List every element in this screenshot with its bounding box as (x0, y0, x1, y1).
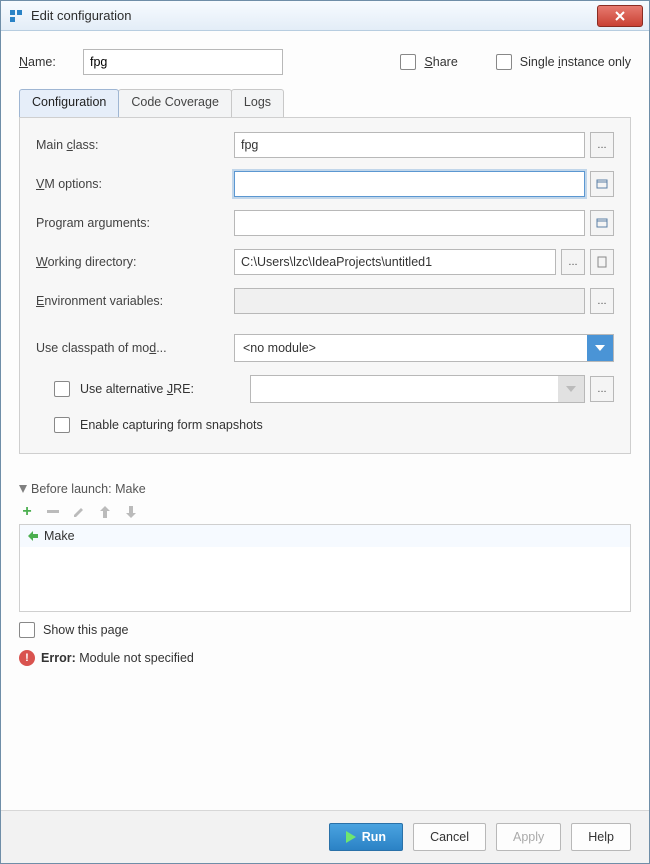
help-button[interactable]: Help (571, 823, 631, 851)
edit-button[interactable] (71, 504, 87, 520)
content-area: Name: Share Single instance only Configu… (1, 31, 649, 810)
error-icon: ! (19, 650, 35, 666)
list-item[interactable]: Make (20, 525, 630, 547)
form-snapshots-label: Enable capturing form snapshots (80, 418, 263, 432)
single-instance-checkbox[interactable] (496, 54, 512, 70)
run-button-label: Run (362, 830, 386, 844)
error-prefix: Error: (41, 651, 76, 665)
titlebar: Edit configuration (1, 1, 649, 31)
remove-button[interactable] (45, 504, 61, 520)
tab-code-coverage[interactable]: Code Coverage (118, 89, 232, 117)
apply-button[interactable]: Apply (496, 823, 561, 851)
name-label: Name: (19, 55, 71, 69)
env-vars-label: Environment variables: (36, 294, 234, 308)
app-icon (7, 7, 25, 25)
working-dir-label: Working directory: (36, 255, 234, 269)
alt-jre-dropdown[interactable] (250, 375, 585, 403)
move-up-button[interactable] (97, 504, 113, 520)
working-dir-browse-button[interactable]: ... (561, 249, 585, 275)
tab-logs[interactable]: Logs (231, 89, 284, 117)
run-button[interactable]: Run (329, 823, 403, 851)
play-icon (346, 831, 356, 843)
program-args-label: Program arguments: (36, 216, 234, 230)
collapse-icon[interactable] (19, 485, 27, 493)
alt-jre-checkbox[interactable] (54, 381, 70, 397)
name-row: Name: Share Single instance only (19, 49, 631, 75)
vm-options-expand-button[interactable] (590, 171, 614, 197)
main-class-label: Main class: (36, 138, 234, 152)
close-button[interactable] (597, 5, 643, 27)
classpath-module-dropdown[interactable]: <no module> (234, 334, 614, 362)
window-title: Edit configuration (31, 8, 597, 23)
dialog-edit-configuration: Edit configuration Name: Share Single in… (0, 0, 650, 864)
env-vars-input[interactable] (234, 288, 585, 314)
error-row: ! Error: Module not specified (19, 650, 631, 666)
tab-strip: Configuration Code Coverage Logs (19, 89, 631, 117)
vm-options-input[interactable] (234, 171, 585, 197)
show-this-page-label: Show this page (43, 623, 128, 637)
program-args-input[interactable] (234, 210, 585, 236)
add-button[interactable]: + (19, 504, 35, 520)
before-launch-toolbar: + (19, 502, 631, 524)
before-launch-title: Before launch: Make (31, 482, 146, 496)
before-launch-item-label: Make (44, 529, 75, 543)
vm-options-label: VM options: (36, 177, 234, 191)
chevron-down-icon (587, 335, 613, 361)
cancel-button[interactable]: Cancel (413, 823, 486, 851)
show-this-page-checkbox[interactable] (19, 622, 35, 638)
tab-panel-configuration: Main class: ... VM options: Program argu… (19, 117, 631, 454)
alt-jre-label: Use alternative JRE: (80, 382, 250, 396)
env-vars-edit-button[interactable]: ... (590, 288, 614, 314)
share-checkbox[interactable] (400, 54, 416, 70)
error-message: Module not specified (76, 651, 194, 665)
main-class-browse-button[interactable]: ... (590, 132, 614, 158)
before-launch-list[interactable]: Make (19, 524, 631, 612)
name-input[interactable] (83, 49, 283, 75)
classpath-label: Use classpath of mod... (36, 341, 234, 355)
program-args-expand-button[interactable] (590, 210, 614, 236)
main-class-input[interactable] (234, 132, 585, 158)
move-down-button[interactable] (123, 504, 139, 520)
before-launch-section: Before launch: Make + (19, 482, 631, 666)
classpath-module-value: <no module> (243, 341, 316, 355)
working-dir-input[interactable] (234, 249, 556, 275)
working-dir-macros-button[interactable] (590, 249, 614, 275)
single-instance-label: Single instance only (520, 55, 631, 69)
chevron-down-icon (558, 376, 584, 402)
make-icon (26, 529, 40, 543)
button-bar: Run Cancel Apply Help (1, 810, 649, 863)
share-label: Share (424, 55, 457, 69)
alt-jre-browse-button[interactable]: ... (590, 376, 614, 402)
tab-configuration[interactable]: Configuration (19, 89, 119, 117)
form-snapshots-checkbox[interactable] (54, 417, 70, 433)
